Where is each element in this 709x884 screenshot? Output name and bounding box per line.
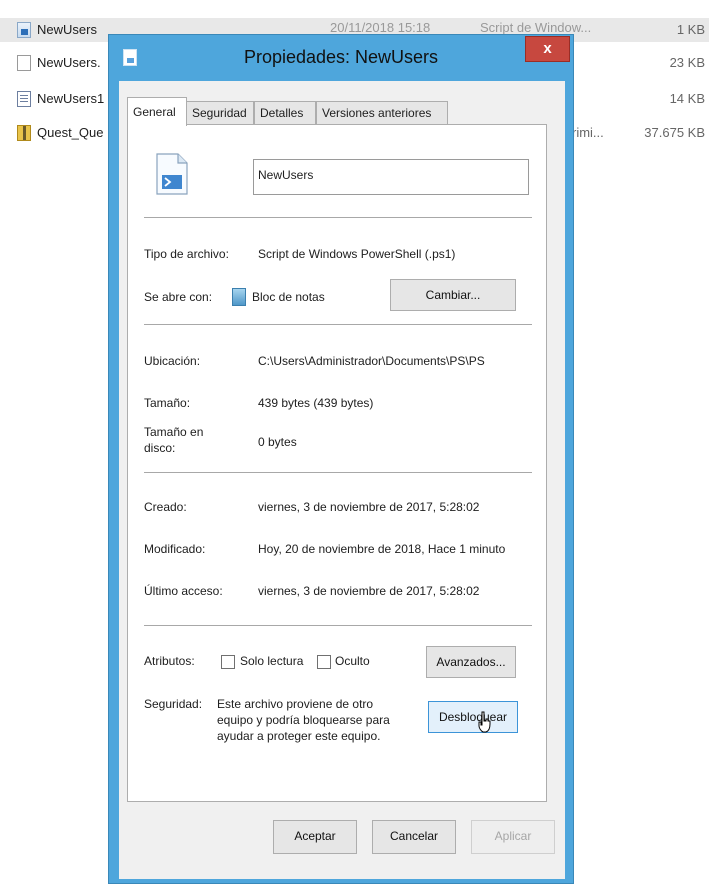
accessed-label: Último acceso: bbox=[144, 584, 223, 598]
read-only-label[interactable]: Solo lectura bbox=[240, 654, 303, 668]
size-on-disk-value: 0 bytes bbox=[258, 435, 297, 449]
tab-security[interactable]: Seguridad bbox=[186, 101, 254, 125]
separator bbox=[144, 217, 532, 218]
file-type: Script de Window... bbox=[480, 20, 592, 35]
file-size: 1 KB bbox=[676, 22, 705, 37]
file-name: Quest_Que bbox=[37, 125, 104, 140]
hand-cursor-icon bbox=[478, 711, 491, 733]
dialog-title: Propiedades: NewUsers bbox=[243, 47, 439, 67]
dialog-client: General Seguridad Detalles Versiones ant… bbox=[119, 81, 565, 879]
modified-value: Hoy, 20 de noviembre de 2018, Hace 1 min… bbox=[258, 542, 506, 556]
file-size: 14 KB bbox=[669, 91, 705, 106]
opens-with-value: Bloc de notas bbox=[252, 290, 325, 304]
security-label: Seguridad: bbox=[144, 697, 203, 711]
document-file-icon bbox=[17, 55, 31, 71]
read-only-checkbox[interactable] bbox=[221, 655, 235, 669]
advanced-button[interactable]: Avanzados... bbox=[426, 646, 516, 678]
modified-label: Modificado: bbox=[144, 542, 206, 556]
accessed-value: viernes, 3 de noviembre de 2017, 5:28:02 bbox=[258, 584, 480, 598]
created-value: viernes, 3 de noviembre de 2017, 5:28:02 bbox=[258, 500, 480, 514]
unblock-button[interactable]: Desbloquear bbox=[428, 701, 518, 733]
notepad-icon bbox=[232, 288, 246, 306]
close-button[interactable]: x bbox=[525, 36, 570, 62]
hidden-label[interactable]: Oculto bbox=[335, 654, 370, 668]
size-label: Tamaño: bbox=[144, 396, 191, 410]
powershell-file-icon bbox=[17, 22, 31, 38]
file-name: NewUsers1 bbox=[37, 91, 105, 106]
file-date: 20/11/2018 15:18 bbox=[330, 20, 431, 35]
size-on-disk-label-1: Tamaño en bbox=[144, 425, 204, 439]
tab-previous-versions[interactable]: Versiones anteriores bbox=[316, 101, 448, 125]
powershell-file-icon bbox=[156, 153, 188, 195]
security-text-1: Este archivo proviene de otro bbox=[217, 697, 374, 711]
title-bar[interactable]: Propiedades: NewUsers x bbox=[109, 35, 573, 81]
cancel-button[interactable]: Cancelar bbox=[372, 820, 456, 854]
apply-button[interactable]: Aplicar bbox=[471, 820, 555, 854]
file-type-value: Script de Windows PowerShell (.ps1) bbox=[258, 247, 456, 261]
separator bbox=[144, 324, 532, 325]
file-size: 37.675 KB bbox=[644, 125, 705, 140]
general-panel: NewUsers Tipo de archivo: Script de Wind… bbox=[127, 124, 547, 802]
size-on-disk-label-2: disco: bbox=[144, 441, 176, 455]
file-type-label: Tipo de archivo: bbox=[144, 247, 229, 261]
properties-dialog: Propiedades: NewUsers x General Segurida… bbox=[108, 34, 574, 884]
security-text-2: equipo y podría bloquearse para bbox=[217, 713, 390, 727]
separator bbox=[144, 625, 532, 626]
change-button[interactable]: Cambiar... bbox=[390, 279, 516, 311]
separator bbox=[144, 472, 532, 473]
ok-button[interactable]: Aceptar bbox=[273, 820, 357, 854]
location-label: Ubicación: bbox=[144, 354, 201, 368]
zip-folder-icon bbox=[17, 125, 31, 141]
filename-field[interactable]: NewUsers bbox=[253, 159, 529, 195]
file-type: rimi... bbox=[572, 125, 604, 140]
created-label: Creado: bbox=[144, 500, 187, 514]
opens-with-label: Se abre con: bbox=[144, 290, 213, 304]
tab-details[interactable]: Detalles bbox=[254, 101, 316, 125]
attributes-label: Atributos: bbox=[144, 654, 195, 668]
size-value: 439 bytes (439 bytes) bbox=[258, 396, 374, 410]
text-file-icon bbox=[17, 91, 31, 107]
file-size: 23 KB bbox=[669, 55, 705, 70]
location-value: C:\Users\Administrador\Documents\PS\PS bbox=[258, 354, 485, 368]
file-name: NewUsers bbox=[37, 22, 97, 37]
hidden-checkbox[interactable] bbox=[317, 655, 331, 669]
security-text-3: ayudar a proteger este equipo. bbox=[217, 729, 381, 743]
tab-general[interactable]: General bbox=[127, 97, 187, 126]
file-name: NewUsers. bbox=[37, 55, 101, 70]
